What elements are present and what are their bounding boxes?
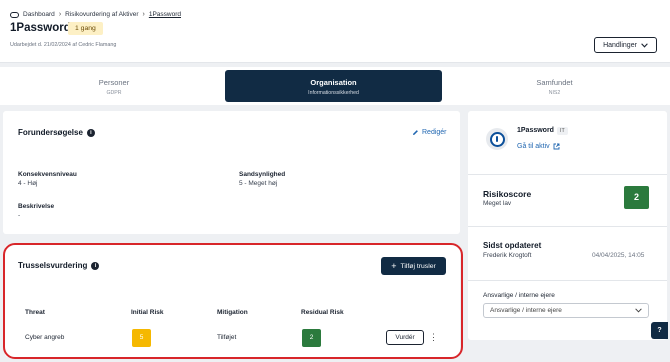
tab-label: Organisation	[310, 78, 357, 87]
go-to-asset-label: Gå til aktiv	[517, 143, 550, 150]
owners-select-placeholder: Ansvarlige / interne ejere	[490, 307, 562, 314]
chevron-down-icon	[635, 308, 642, 313]
chevron-right-icon: ›	[142, 11, 145, 18]
last-updated-by: Frederik Krogtoft	[483, 252, 532, 259]
tab-organisation[interactable]: Organisation Informationssikkerhed	[225, 70, 442, 102]
breadcrumb-parent[interactable]: Risikovurdering af Aktiver	[65, 11, 138, 18]
page-subtitle: Udarbejdet d. 21/02/2024 af Cedric Flama…	[10, 42, 117, 48]
preliminary-card: Forundersøgelse i Redigér Konsekvensnive…	[3, 111, 460, 234]
tab-label: Personer	[98, 78, 130, 87]
asset-name: 1Password	[517, 127, 554, 134]
highlight-outline	[3, 243, 463, 359]
last-updated-label: Sidst opdateret	[483, 241, 542, 250]
tab-sublabel: GDPR	[106, 90, 122, 96]
edit-label: Redigér	[422, 129, 447, 136]
help-chat-icon[interactable]: ?	[651, 322, 668, 339]
asset-type-tag: IT	[557, 127, 568, 135]
page-title: 1Password	[10, 22, 71, 34]
probability-value: 5 - Meget høj	[239, 180, 278, 187]
tab-samfundet[interactable]: Samfundet NIS2	[442, 70, 667, 102]
divider	[468, 226, 667, 227]
external-link-icon	[553, 143, 560, 150]
tab-personer[interactable]: Personer GDPR	[3, 70, 225, 102]
actions-label: Handlinger	[603, 41, 637, 49]
frequency-badge: 1 gang	[68, 22, 103, 35]
probability-label: Sandsynlighed	[239, 171, 286, 178]
description-label: Beskrivelse	[18, 203, 55, 210]
consequence-label: Konsekvensniveau	[18, 171, 77, 178]
risk-score-badge: 2	[624, 186, 649, 209]
divider	[468, 280, 667, 281]
onepassword-logo	[486, 128, 508, 150]
breadcrumb: Dashboard › Risikovurdering af Aktiver ›…	[10, 11, 181, 18]
edit-link[interactable]: Redigér	[412, 129, 447, 136]
breadcrumb-current[interactable]: 1Password	[149, 11, 181, 18]
info-icon[interactable]: i	[86, 128, 95, 137]
tab-bar: Personer GDPR Organisation Informationss…	[0, 67, 670, 105]
owners-select[interactable]: Ansvarlige / interne ejere	[483, 303, 649, 318]
tab-label: Samfundet	[536, 78, 573, 87]
pencil-icon	[413, 130, 418, 135]
preliminary-title-text: Forundersøgelse	[18, 128, 83, 137]
chevron-down-icon	[641, 42, 648, 48]
actions-dropdown-button[interactable]: Handlinger	[594, 37, 657, 53]
tab-sublabel: NIS2	[548, 90, 561, 96]
description-value: -	[18, 212, 21, 219]
preliminary-title: Forundersøgelse i	[18, 128, 95, 137]
divider	[468, 174, 667, 175]
risk-score-level: Meget lav	[483, 200, 512, 207]
page-header: Dashboard › Risikovurdering af Aktiver ›…	[0, 0, 670, 63]
tab-sublabel: Informationssikkerhed	[308, 90, 359, 96]
last-updated-timestamp: 04/04/2025, 14:05	[592, 252, 645, 259]
go-to-asset-link[interactable]: Gå til aktiv	[517, 143, 560, 150]
dashboard-icon[interactable]	[10, 11, 19, 18]
owners-label: Ansvarlige / interne ejere	[483, 292, 555, 299]
chevron-right-icon: ›	[58, 11, 62, 18]
risk-score-label: Risikoscore	[483, 189, 532, 199]
consequence-value: 4 - Høj	[18, 180, 38, 187]
breadcrumb-dashboard[interactable]: Dashboard	[23, 11, 55, 18]
